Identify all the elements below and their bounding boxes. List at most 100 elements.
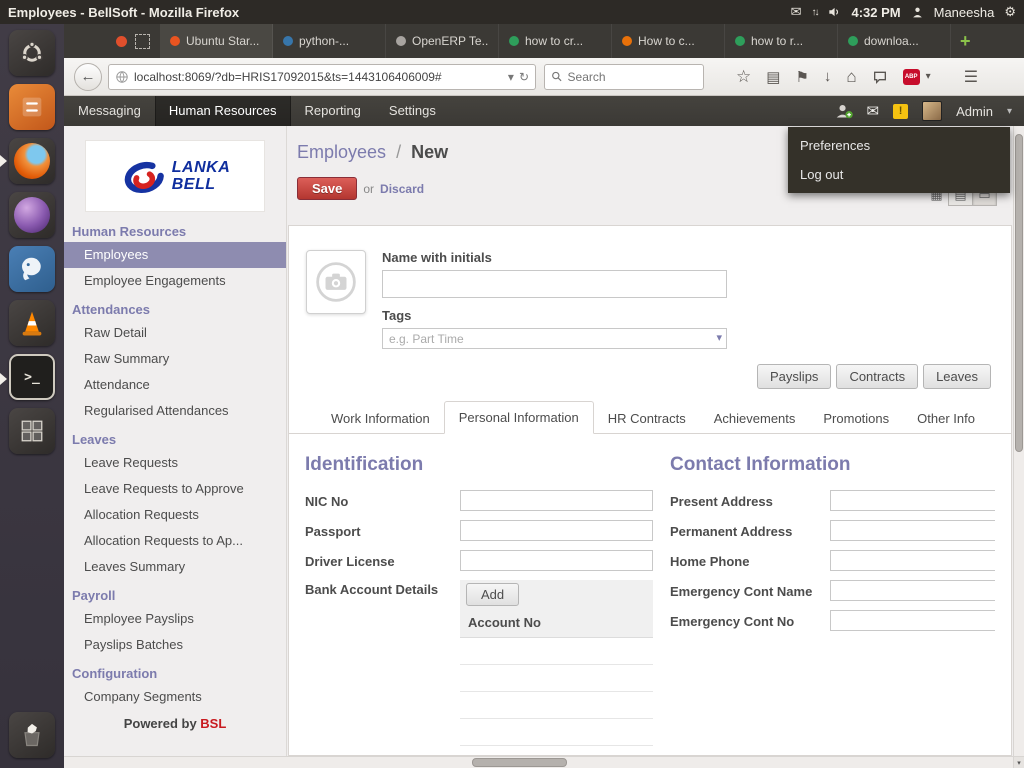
sidebar-item-employee-engagements[interactable]: Employee Engagements: [64, 268, 286, 294]
menu-item-logout[interactable]: Log out: [788, 160, 1010, 189]
sidebar-item-allocation-requests[interactable]: Allocation Requests: [64, 502, 286, 528]
vertical-scrollbar[interactable]: [1013, 126, 1024, 756]
user-avatar[interactable]: [922, 101, 943, 121]
permanent-address-input[interactable]: [830, 520, 995, 541]
add-user-icon[interactable]: [835, 103, 853, 119]
emergency-cont-name-input[interactable]: [830, 580, 995, 601]
adblock-icon[interactable]: ABP: [902, 68, 920, 85]
launcher-trash[interactable]: [9, 712, 55, 758]
launcher-dash-home[interactable]: [9, 30, 55, 76]
notification-badge-icon[interactable]: [116, 35, 127, 47]
clock[interactable]: 4:32 PM: [851, 5, 900, 20]
sidebar-item-attendance[interactable]: Attendance: [64, 372, 286, 398]
save-button[interactable]: Save: [297, 177, 358, 200]
downloads-icon[interactable]: ↓: [824, 68, 832, 85]
nic-no-input[interactable]: [460, 490, 653, 511]
new-tab-button[interactable]: +: [951, 31, 980, 52]
mail-indicator-icon[interactable]: ✉: [791, 4, 802, 20]
pinned-tab-placeholder-icon[interactable]: [135, 33, 150, 49]
tab-personal-information[interactable]: Personal Information: [443, 401, 594, 434]
name-input[interactable]: [382, 270, 727, 298]
browser-tab[interactable]: How to c...: [612, 24, 725, 58]
browser-tab[interactable]: downloa...: [838, 24, 951, 58]
reload-icon[interactable]: ↻: [519, 70, 529, 84]
menu-human-resources[interactable]: Human Resources: [154, 96, 291, 126]
warning-badge-icon[interactable]: !: [893, 103, 909, 119]
vertical-scrollbar-thumb[interactable]: [1015, 134, 1023, 452]
sidebar-item-raw-summary[interactable]: Raw Summary: [64, 346, 286, 372]
session-user-name[interactable]: Maneesha: [934, 5, 995, 20]
menu-reporting[interactable]: Reporting: [291, 96, 375, 126]
launcher-vlc[interactable]: [9, 300, 55, 346]
tags-dropdown-icon[interactable]: ▾: [716, 331, 722, 344]
user-menu-label[interactable]: Admin: [956, 104, 993, 119]
launcher-firefox[interactable]: [0, 138, 55, 184]
bookmark-star-icon[interactable]: ☆: [736, 67, 751, 87]
browser-tab[interactable]: python-...: [273, 24, 386, 58]
launcher-files[interactable]: [9, 84, 55, 130]
discard-button[interactable]: Discard: [380, 182, 424, 196]
bank-account-row[interactable]: [460, 719, 653, 746]
sidebar-item-employees[interactable]: Employees: [64, 242, 286, 268]
launcher-software-center[interactable]: [9, 192, 55, 238]
bank-account-row[interactable]: [460, 638, 653, 665]
sidebar-item-payslips-batches[interactable]: Payslips Batches: [64, 632, 286, 658]
employee-photo-placeholder[interactable]: [306, 250, 366, 314]
url-bar[interactable]: localhost:8069/?db=HRIS17092015&ts=14431…: [108, 63, 536, 90]
menu-item-preferences[interactable]: Preferences: [788, 131, 1010, 160]
driver-license-input[interactable]: [460, 550, 653, 571]
sidebar-item-regularised-attendances[interactable]: Regularised Attendances: [64, 398, 286, 424]
tab-achievements[interactable]: Achievements: [700, 403, 810, 434]
reading-list-icon[interactable]: ▤: [766, 68, 780, 86]
bank-account-row[interactable]: [460, 665, 653, 692]
browser-tab[interactable]: how to r...: [725, 24, 838, 58]
launcher-terminal[interactable]: >_: [0, 354, 55, 400]
horizontal-scrollbar[interactable]: [64, 756, 1013, 768]
browser-tab[interactable]: Ubuntu Star...: [160, 24, 273, 58]
breadcrumb-employees[interactable]: Employees: [297, 142, 386, 162]
horizontal-scrollbar-thumb[interactable]: [472, 758, 567, 767]
sidebar-item-leave-requests[interactable]: Leave Requests: [64, 450, 286, 476]
bank-account-row[interactable]: [460, 692, 653, 719]
settings-gear-icon[interactable]: ⚙: [1004, 4, 1016, 20]
payslips-button[interactable]: Payslips: [757, 364, 832, 389]
sidebar-item-allocation-requests-to-approve[interactable]: Allocation Requests to Ap...: [64, 528, 286, 554]
sound-indicator-icon[interactable]: [827, 5, 841, 19]
bookmarks-menu-icon[interactable]: ⚑: [795, 68, 808, 86]
back-button[interactable]: ←: [74, 62, 102, 91]
home-phone-input[interactable]: [830, 550, 995, 571]
tab-promotions[interactable]: Promotions: [809, 403, 903, 434]
sidebar-item-employee-payslips[interactable]: Employee Payslips: [64, 606, 286, 632]
launcher-pgadmin[interactable]: [9, 246, 55, 292]
menu-hamburger-icon[interactable]: ☰: [964, 67, 978, 87]
tags-input[interactable]: [382, 328, 727, 349]
sidebar-item-raw-detail[interactable]: Raw Detail: [64, 320, 286, 346]
launcher-workspaces[interactable]: [9, 408, 55, 454]
search-input[interactable]: [567, 69, 697, 84]
user-menu-caret-icon[interactable]: ▾: [1007, 106, 1012, 117]
menu-settings[interactable]: Settings: [375, 96, 450, 126]
sidebar-item-leave-requests-to-approve[interactable]: Leave Requests to Approve: [64, 476, 286, 502]
scrollbar-corner-stepper[interactable]: ▾: [1013, 756, 1024, 768]
sidebar-item-leaves-summary[interactable]: Leaves Summary: [64, 554, 286, 580]
present-address-input[interactable]: [830, 490, 995, 511]
network-indicator-icon[interactable]: ↑↓: [811, 7, 819, 18]
tab-hr-contracts[interactable]: HR Contracts: [594, 403, 700, 434]
home-icon[interactable]: ⌂: [846, 67, 856, 87]
messages-envelope-icon[interactable]: ✉: [867, 102, 880, 120]
sidebar-item-company-segments[interactable]: Company Segments: [64, 684, 286, 710]
url-dropdown-icon[interactable]: ▾: [508, 70, 514, 84]
tab-work-information[interactable]: Work Information: [317, 403, 444, 434]
menu-messaging[interactable]: Messaging: [64, 96, 155, 126]
chat-icon[interactable]: [872, 69, 888, 85]
user-indicator-icon[interactable]: [911, 6, 924, 19]
browser-tab[interactable]: OpenERP Te...: [386, 24, 499, 58]
tab-other-info[interactable]: Other Info: [903, 403, 989, 434]
leaves-button[interactable]: Leaves: [923, 364, 991, 389]
passport-input[interactable]: [460, 520, 653, 541]
emergency-cont-no-input[interactable]: [830, 610, 995, 631]
contracts-button[interactable]: Contracts: [836, 364, 919, 389]
adblock-caret-icon[interactable]: ▾: [926, 71, 931, 82]
browser-tab[interactable]: how to cr...: [499, 24, 612, 58]
add-bank-account-button[interactable]: Add: [466, 583, 520, 606]
